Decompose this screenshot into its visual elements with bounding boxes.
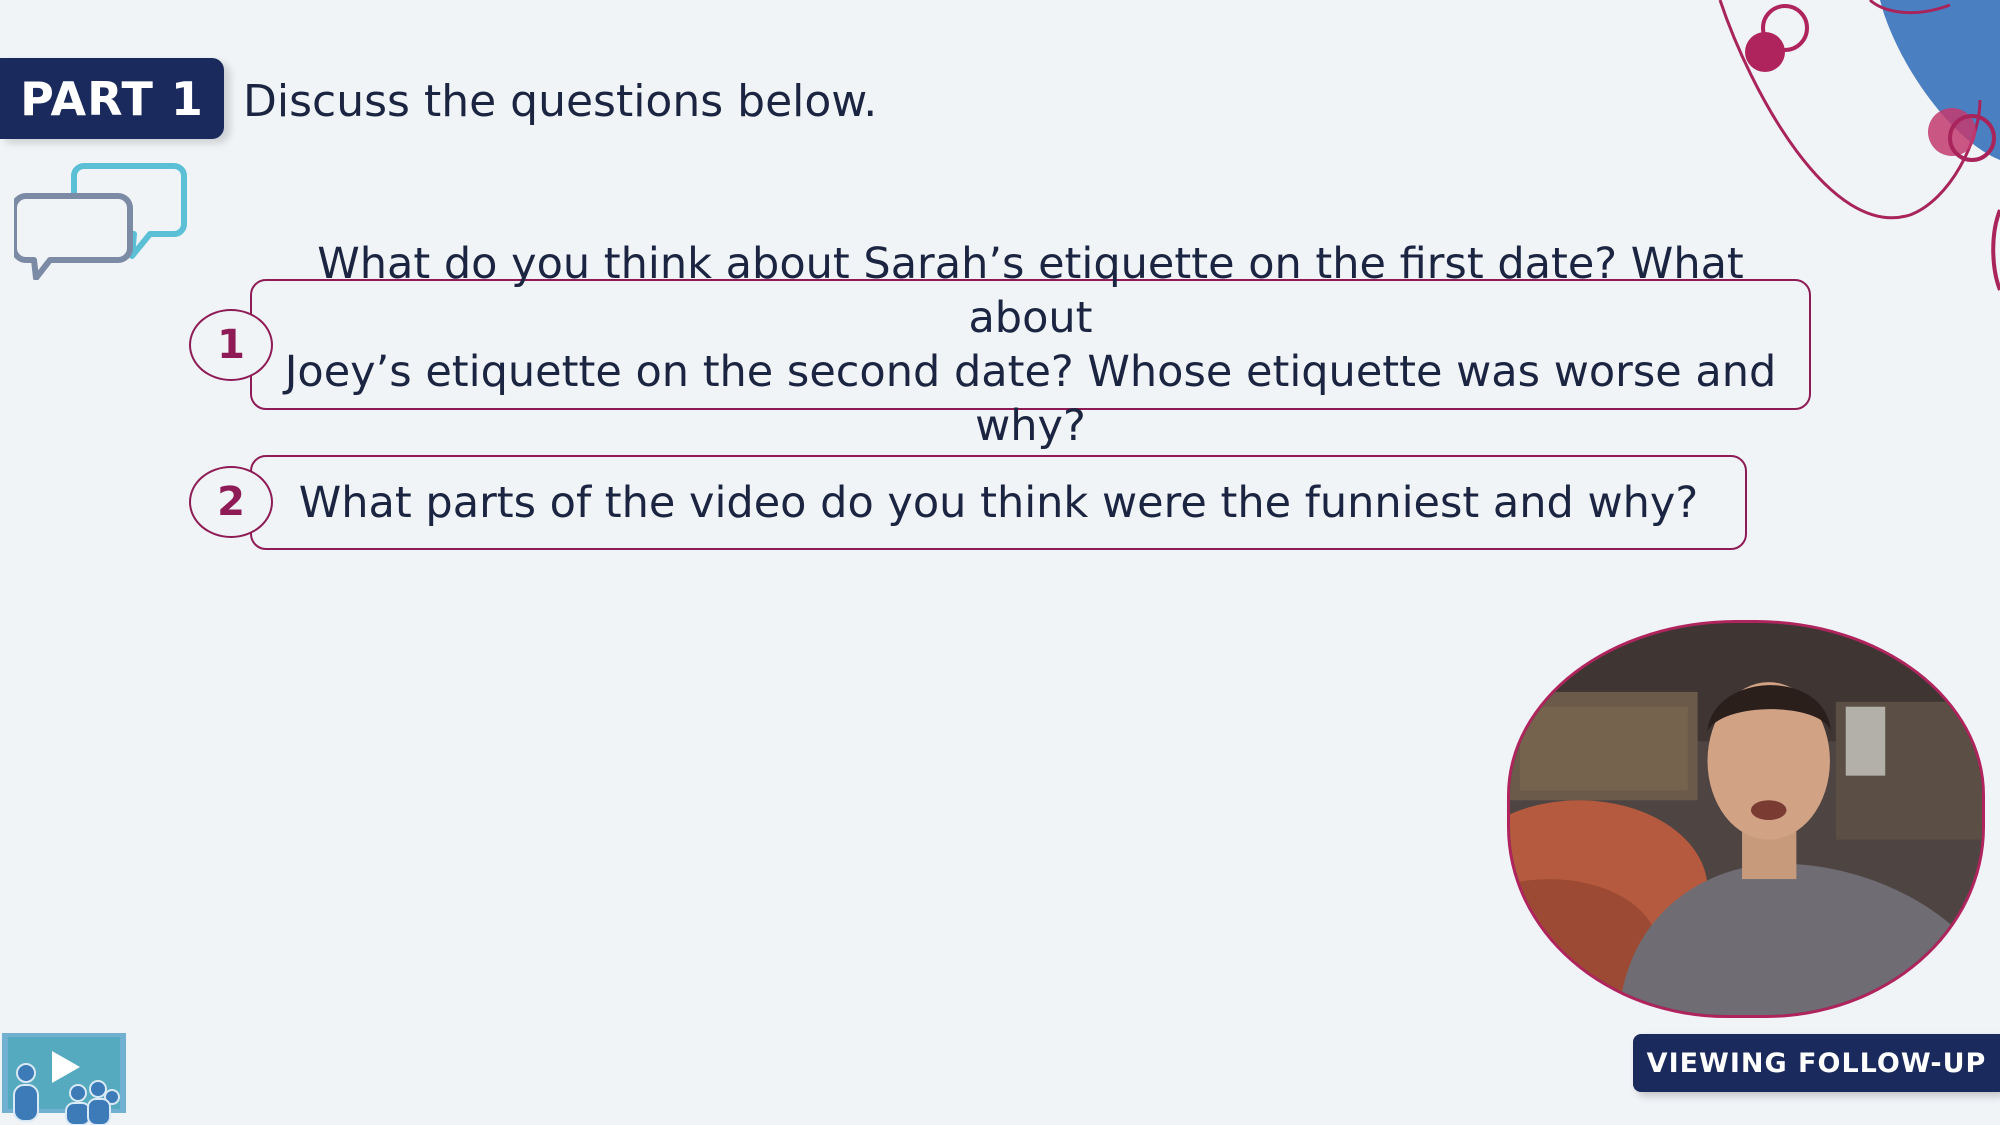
question-1-line-2: Joey’s etiquette on the second date? Who… bbox=[284, 346, 1777, 451]
question-1-line-1: What do you think about Sarah’s etiquett… bbox=[317, 238, 1744, 343]
question-2-text: What parts of the video do you think wer… bbox=[298, 477, 1699, 528]
question-1-number: 1 bbox=[189, 309, 273, 381]
viewing-follow-up-badge: VIEWING FOLLOW-UP bbox=[1633, 1034, 2000, 1092]
question-2-box: What parts of the video do you think wer… bbox=[250, 455, 1747, 550]
chat-bubbles-icon bbox=[14, 163, 187, 280]
question-1-text: What do you think about Sarah’s etiquett… bbox=[276, 237, 1785, 453]
instruction-text: Discuss the questions below. bbox=[243, 76, 878, 127]
question-2-number: 2 bbox=[189, 466, 273, 538]
video-still-image bbox=[1507, 620, 1985, 1018]
video-class-icon bbox=[2, 1033, 126, 1125]
part-badge: PART 1 bbox=[0, 58, 224, 139]
question-1-box: What do you think about Sarah’s etiquett… bbox=[250, 239, 1811, 451]
